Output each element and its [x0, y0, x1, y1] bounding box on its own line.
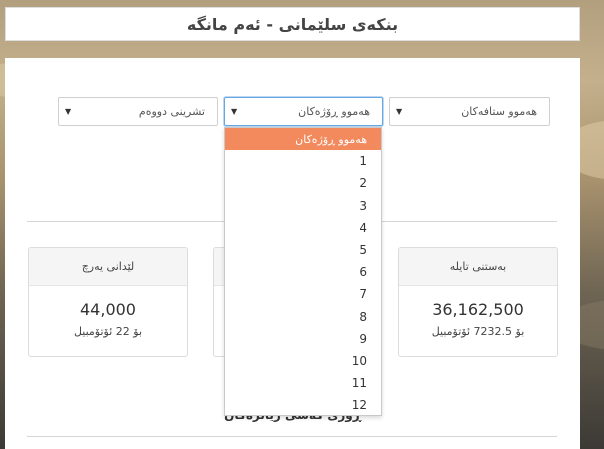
dropdown-option[interactable]: 5 — [225, 239, 381, 261]
day-select[interactable]: ▼ هەموو ڕۆژەکان — [224, 97, 383, 126]
dropdown-option[interactable]: 4 — [225, 217, 381, 239]
card-title: بەستنی تایلە — [399, 248, 557, 286]
divider — [27, 436, 557, 437]
dropdown-option[interactable]: 7 — [225, 283, 381, 305]
day-select-label: هەموو ڕۆژەکان — [298, 105, 370, 118]
card-subtext: بۆ 7232.5 ئۆتۆمبیل — [431, 325, 525, 338]
triangle-down-icon: ▼ — [231, 107, 238, 116]
triangle-down-icon: ▼ — [65, 107, 72, 116]
dropdown-option[interactable]: 2 — [225, 172, 381, 194]
page-title: بنکەی سلێمانی - ئەم مانگە — [5, 7, 580, 41]
dropdown-option[interactable]: 6 — [225, 261, 381, 283]
stat-card-right: بەستنی تایلە 36,162,500 بۆ 7232.5 ئۆتۆمب… — [398, 247, 558, 357]
department-select-label: هەموو ستافەکان — [461, 105, 537, 118]
dropdown-option[interactable]: هەموو ڕۆژەکان — [225, 128, 381, 151]
dropdown-option[interactable]: 9 — [225, 328, 381, 350]
dropdown-option[interactable]: 8 — [225, 306, 381, 328]
department-select[interactable]: ▼ هەموو ستافەکان — [389, 97, 550, 126]
stat-card-left: لێدانی یەرچ 44,000 بۆ 22 ئۆتۆمبیل — [28, 247, 188, 357]
card-value: 44,000 — [80, 300, 136, 319]
triangle-down-icon: ▼ — [396, 107, 403, 116]
card-value: 36,162,500 — [432, 300, 524, 319]
card-title: لێدانی یەرچ — [29, 248, 187, 286]
page-title-text: بنکەی سلێمانی - ئەم مانگە — [186, 14, 399, 34]
dropdown-option[interactable]: 1 — [225, 150, 381, 172]
day-dropdown-list[interactable]: هەموو ڕۆژەکان 1 2 3 4 5 6 7 8 9 10 11 12 — [224, 127, 382, 416]
dropdown-option[interactable]: 11 — [225, 372, 381, 394]
card-subtext: بۆ 22 ئۆتۆمبیل — [73, 325, 143, 338]
month-select-label: تشرینی دووەم — [138, 105, 205, 118]
dropdown-option[interactable]: 12 — [225, 394, 381, 416]
dropdown-option[interactable]: 10 — [225, 350, 381, 372]
dropdown-option[interactable]: 3 — [225, 195, 381, 217]
month-select[interactable]: ▼ تشرینی دووەم — [58, 97, 218, 126]
